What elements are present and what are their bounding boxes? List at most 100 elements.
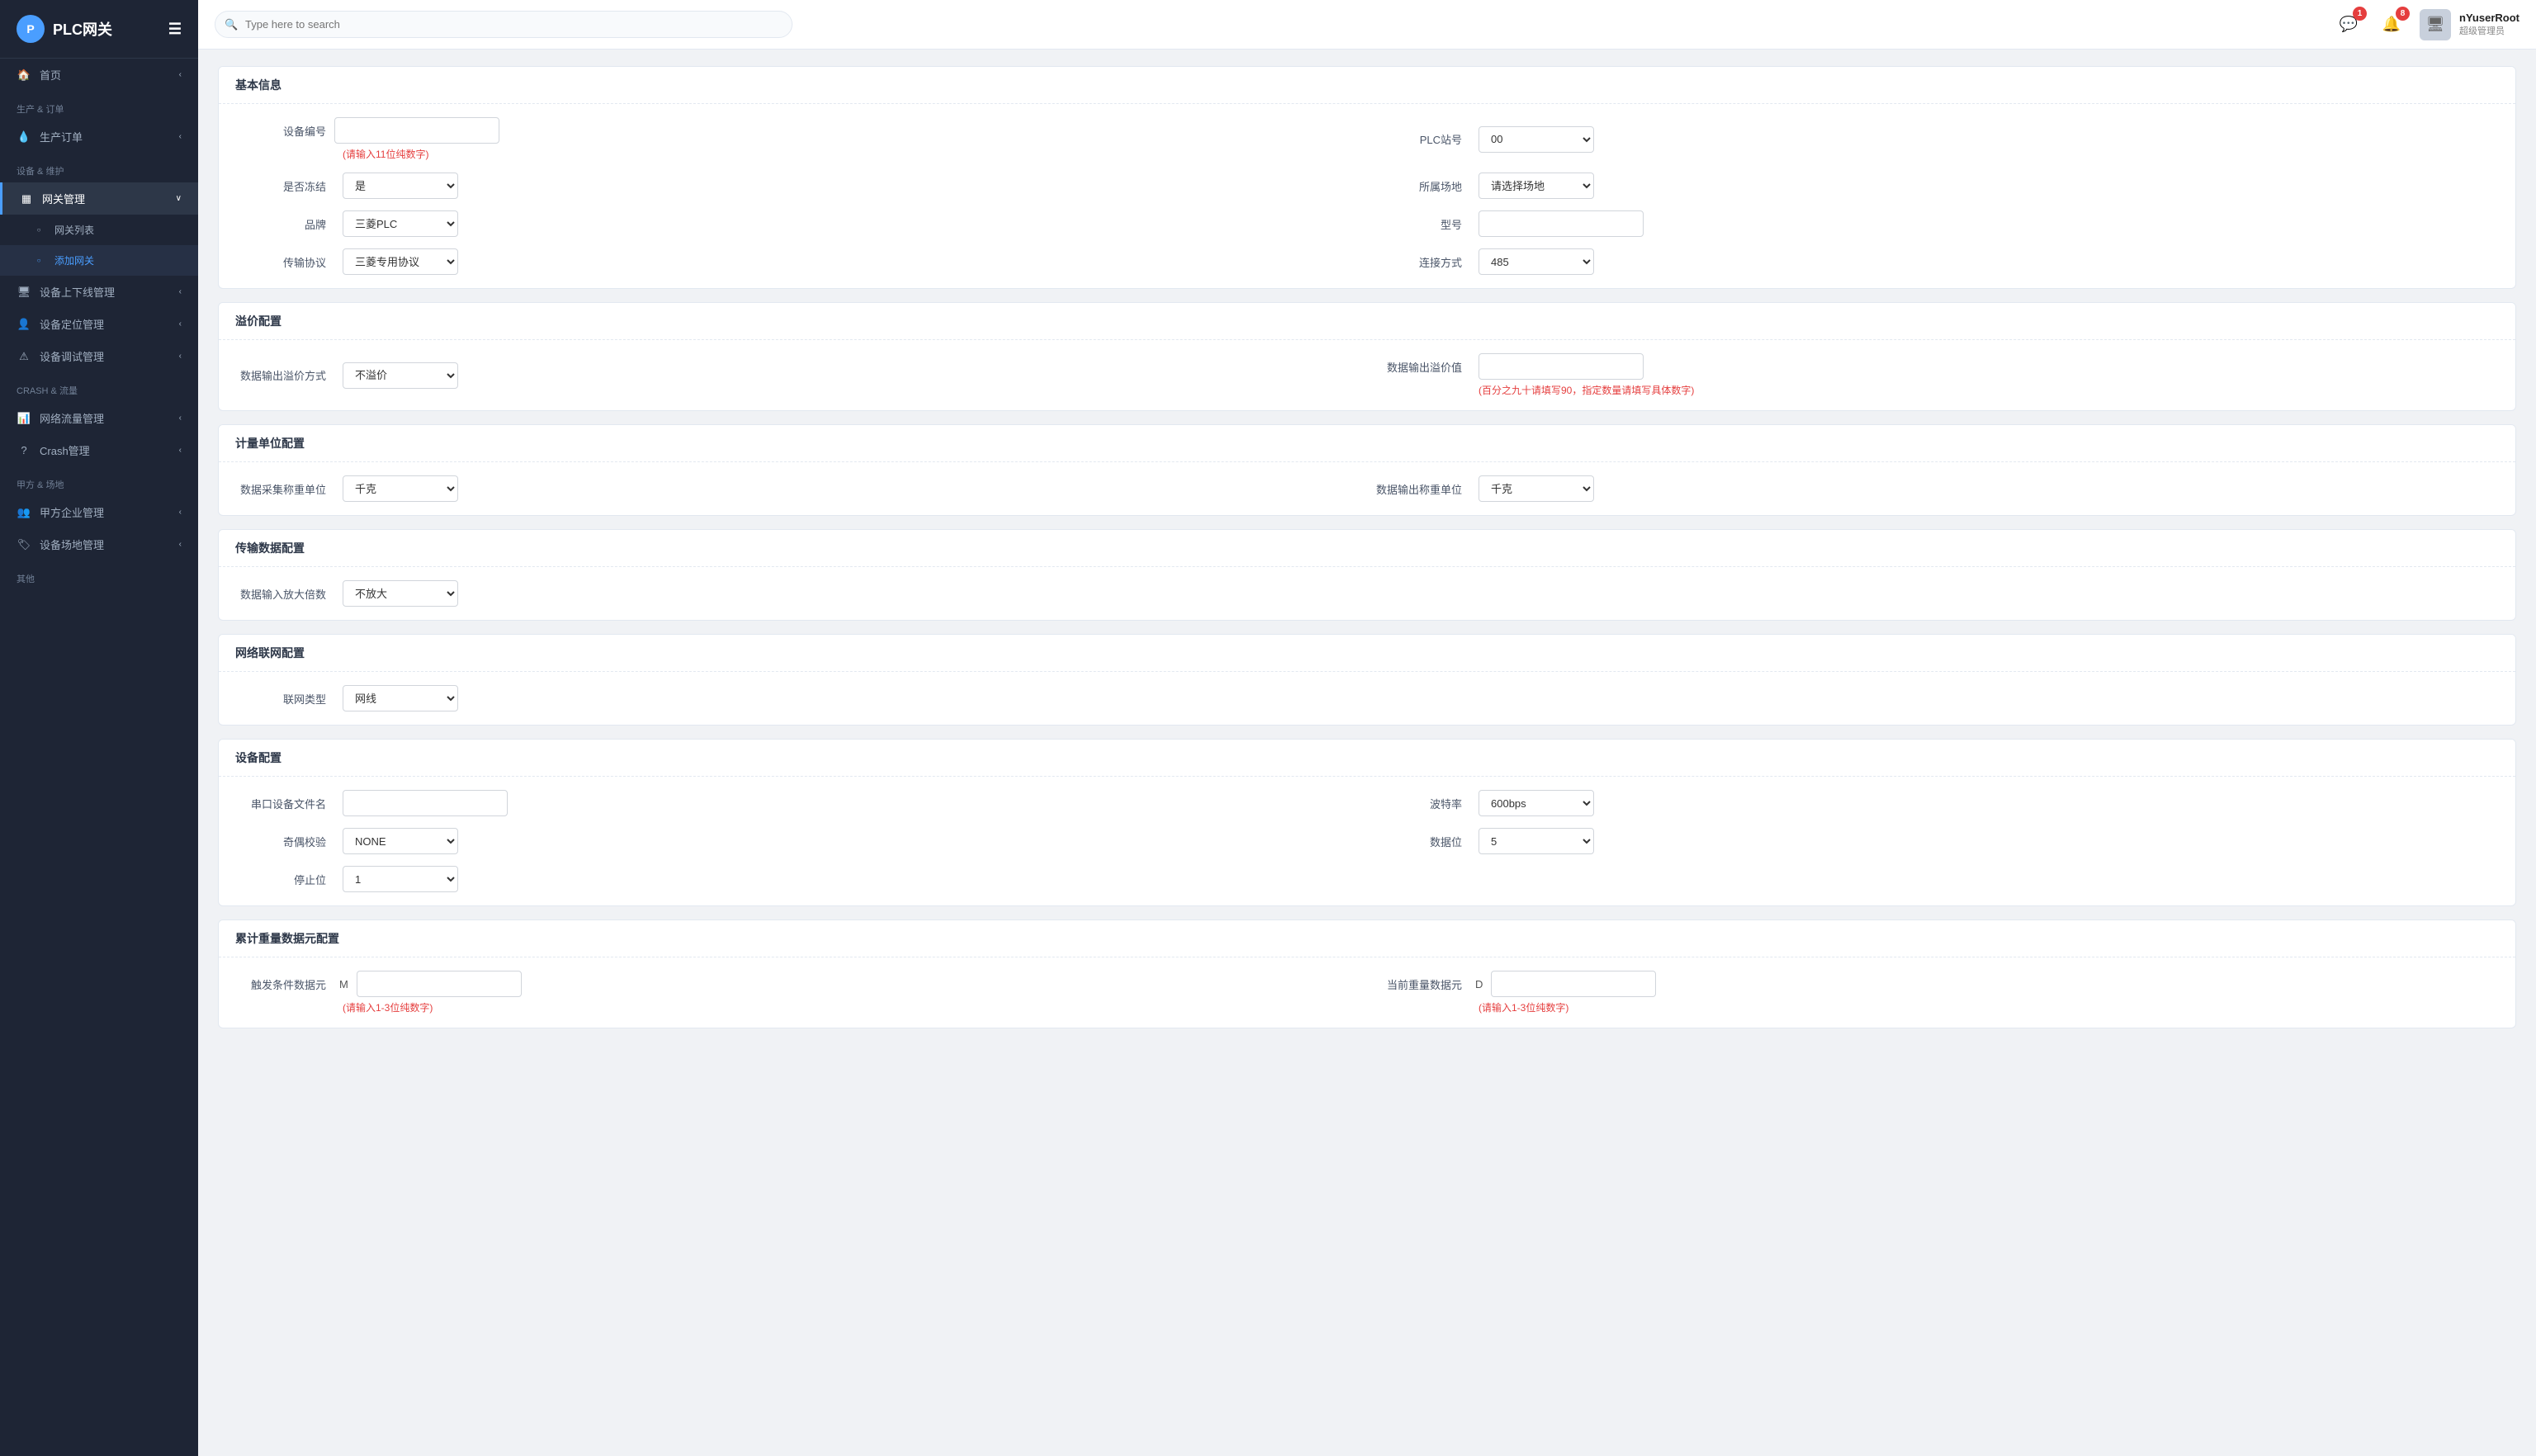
network-body: 联网类型 网线 4G WiFi [219,672,2515,725]
drop-icon: 💧 [17,130,31,144]
stop-bits-select[interactable]: 1 1.5 2 [343,866,458,892]
device-code-input[interactable] [334,117,499,144]
site-select[interactable]: 请选择场地 [1479,173,1594,199]
sidebar-item-device-debug[interactable]: ⚠ 设备调试管理 ‹ [0,340,198,372]
notification-button[interactable]: 🔔 8 [2377,10,2406,40]
connection-select[interactable]: 485 232 网线 [1479,248,1594,275]
user-text: nYuserRoot 超级管理员 [2459,12,2519,37]
tag-icon: 🏷 [17,538,31,551]
input-unit-label: 数据采集称重单位 [235,481,334,497]
sidebar-item-gateway-list[interactable]: ○ 网关列表 [0,215,198,245]
app-title: PLC网关 [53,18,112,40]
search-input[interactable] [215,11,792,38]
sidebar: P PLC网关 ☰ 🏠 首页 ‹ 生产 & 订单 💧 生产订单 ‹ 设备 & 维… [0,0,198,1456]
user-avatar: 🖥 [2420,9,2451,40]
trigger-prefix: M [339,978,348,990]
brand-model-row: 品牌 三菱PLC 西门子PLC 其他 型号 [235,210,2499,237]
freeze-select[interactable]: 是 否 [343,173,458,199]
parity-databits-row: 奇偶校验 NONE ODD EVEN 数据位 5 6 7 [235,828,2499,854]
sidebar-item-device-online[interactable]: 🖥 设备上下线管理 ‹ [0,276,198,308]
weight-data-input[interactable] [1491,971,1656,997]
output-value-input[interactable] [1479,353,1644,380]
network-card: 网络联网配置 联网类型 网线 4G WiFi [218,634,2516,726]
section-crash: CRASH & 流量 [0,372,198,402]
parity-select[interactable]: NONE ODD EVEN [343,828,458,854]
trigger-label: 触发条件数据元 [235,976,334,992]
cumulative-card: 累计重量数据元配置 触发条件数据元 M (请输入1-3位纯数字) [218,919,2516,1028]
device-debug-chevron: ‹ [179,352,182,361]
basic-info-card: 基本信息 设备编号 (请输入11位纯数字) PLC站号 [218,66,2516,289]
transfer-body: 数据输入放大倍数 不放大 10倍 100倍 [219,567,2515,620]
cumulative-body: 触发条件数据元 M (请输入1-3位纯数字) 当前重量数据元 D [219,957,2515,1028]
site-mgmt-label: 设备场地管理 [40,537,104,552]
model-input[interactable] [1479,210,1644,237]
chart-icon: 📊 [17,412,31,425]
unit-title: 计量单位配置 [219,425,2515,462]
device-locate-chevron: ‹ [179,319,182,329]
output-method-label: 数据输出溢价方式 [235,367,334,383]
output-unit-label: 数据输出称重单位 [1371,481,1470,497]
serial-input[interactable] [343,790,508,816]
cumulative-row: 触发条件数据元 M (请输入1-3位纯数字) 当前重量数据元 D [235,971,2499,1014]
output-unit-select[interactable]: 千克 克 吨 [1479,475,1594,502]
main-area: 🔍 💬 1 🔔 8 🖥 nYuserRoot 超级管理员 [198,0,2536,1456]
home-icon: 🏠 [17,69,31,82]
device-locate-label: 设备定位管理 [40,316,104,332]
circle-active-icon: ○ [31,257,46,264]
sidebar-item-site-mgmt[interactable]: 🏷 设备场地管理 ‹ [0,528,198,560]
serial-baud-row: 串口设备文件名 波特率 600bps 1200bps 2400bps 4800b… [235,790,2499,816]
basic-info-body: 设备编号 (请输入11位纯数字) PLC站号 00 01 02 [219,104,2515,288]
transfer-title: 传输数据配置 [219,530,2515,567]
plc-station-label: PLC站号 [1371,131,1470,147]
question-icon: ? [17,444,31,456]
device-config-title: 设备配置 [219,740,2515,777]
header: 🔍 💬 1 🔔 8 🖥 nYuserRoot 超级管理员 [198,0,2536,50]
freeze-label: 是否冻结 [235,178,334,194]
sidebar-item-crash-mgmt[interactable]: ? Crash管理 ‹ [0,434,198,466]
hamburger-icon[interactable]: ☰ [168,21,182,38]
site-mgmt-chevron: ‹ [179,540,182,549]
sidebar-item-add-gateway[interactable]: ○ 添加网关 [0,245,198,276]
baud-label: 波特率 [1371,796,1470,811]
device-code-hint: (请输入11位纯数字) [343,149,428,160]
section-other: 其他 [0,560,198,590]
serial-label: 串口设备文件名 [235,796,334,811]
crash-mgmt-chevron: ‹ [179,446,182,455]
message-button[interactable]: 💬 1 [2334,10,2363,40]
network-row: 联网类型 网线 4G WiFi [235,685,2499,711]
device-config-card: 设备配置 串口设备文件名 波特率 600bps 1200bps 2400bps [218,739,2516,906]
weight-prefix: D [1475,978,1483,990]
sidebar-item-home[interactable]: 🏠 首页 ‹ [0,59,198,91]
overflow-row: 数据输出溢价方式 不溢价 百分比 指定数量 数据输出溢价值 [235,353,2499,397]
data-bits-select[interactable]: 5 6 7 8 [1479,828,1594,854]
client-mgmt-chevron: ‹ [179,508,182,517]
section-client: 甲方 & 场地 [0,466,198,496]
conn-type-select[interactable]: 网线 4G WiFi [343,685,458,711]
message-badge: 1 [2353,7,2367,21]
sidebar-item-client-mgmt[interactable]: 👥 甲方企业管理 ‹ [0,496,198,528]
user-role: 超级管理员 [2459,24,2519,37]
sidebar-item-device-locate[interactable]: 👤 设备定位管理 ‹ [0,308,198,340]
home-chevron: ‹ [179,70,182,79]
user-profile[interactable]: 🖥 nYuserRoot 超级管理员 [2420,9,2519,40]
plc-station-select[interactable]: 00 01 02 [1479,126,1594,153]
sidebar-item-network-flow[interactable]: 📊 网络流量管理 ‹ [0,402,198,434]
input-unit-select[interactable]: 千克 克 吨 [343,475,458,502]
output-method-select[interactable]: 不溢价 百分比 指定数量 [343,362,458,389]
amplify-select[interactable]: 不放大 10倍 100倍 [343,580,458,607]
transfer-row: 数据输入放大倍数 不放大 10倍 100倍 [235,580,2499,607]
model-label: 型号 [1371,216,1470,232]
sidebar-item-prod-order[interactable]: 💧 生产订单 ‹ [0,121,198,153]
protocol-select[interactable]: 三菱专用协议 Modbus [343,248,458,275]
overflow-hint: (百分之九十请填写90，指定数量请填写具体数字) [1479,385,1694,396]
sidebar-item-gateway-mgmt[interactable]: ▦ 网关管理 ∨ [0,182,198,215]
brand-select[interactable]: 三菱PLC 西门子PLC 其他 [343,210,458,237]
unit-row: 数据采集称重单位 千克 克 吨 数据输出称重单位 千克 克 吨 [235,475,2499,502]
baud-select[interactable]: 600bps 1200bps 2400bps 4800bps 9600bps [1479,790,1594,816]
add-gateway-label: 添加网关 [54,253,94,267]
weight-hint: (请输入1-3位纯数字) [1479,1002,1568,1014]
device-debug-label: 设备调试管理 [40,348,104,364]
basic-info-title: 基本信息 [219,67,2515,104]
device-online-label: 设备上下线管理 [40,284,115,300]
trigger-input[interactable] [357,971,522,997]
